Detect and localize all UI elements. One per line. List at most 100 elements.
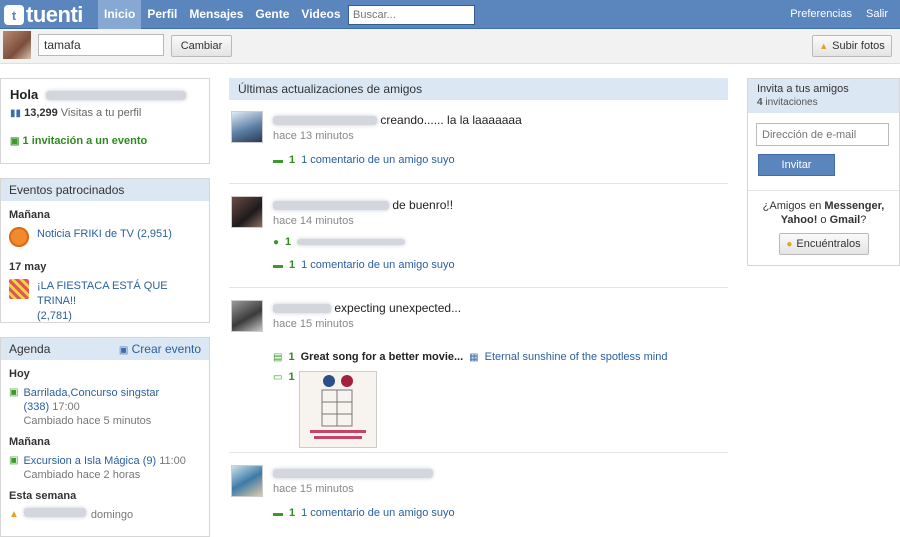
list-item[interactable]: Noticia FRIKI de TV (2,951) [9,227,201,247]
comment-row[interactable]: ▬ 1 1 comentario de un amigo suyo [273,154,455,166]
feed-item: hace 15 minutos ▬ 1 1 comentario de un a… [229,453,728,523]
friend-avatar[interactable] [231,111,263,143]
comment-row[interactable]: ▬ 1 1 comentario de un amigo suyo [273,507,455,519]
event-link[interactable]: ¡LA FIESTACA ESTÁ QUE TRINA!! [37,280,168,307]
comment-link[interactable]: 1 comentario de un amigo suyo [301,259,454,271]
greeting-label: Hola [10,87,39,102]
agenda-event-count: (338) [23,401,50,413]
visits-count: 13,299 [24,107,58,119]
event-day: Mañana [9,209,50,221]
timestamp: hace 14 minutos [273,215,354,227]
photo-icon: ▭ [273,371,283,383]
feed-item-text [273,466,433,480]
blurred-name[interactable] [273,469,433,479]
tuenti-logo[interactable]: t tuenti [4,2,83,27]
feed-item-body: expecting unexpected... hace 15 minutos [273,301,461,330]
blurred-name[interactable] [273,201,389,211]
event-link[interactable]: Noticia FRIKI de TV [37,228,134,240]
event-count: (2,781) [37,310,72,322]
list-item[interactable]: ▣ Excursion a Isla Mágica (9) 11:00 Camb… [9,454,201,482]
blurred-name[interactable] [273,304,331,314]
smiley-icon [9,227,29,247]
feed-item-text: expecting unexpected... [273,301,461,315]
status-bar: Cambiar ▲ Subir fotos [0,29,900,64]
profile-visits[interactable]: ▮▮ 13,299 Visitas a tu perfil [10,107,200,119]
friend-avatar[interactable] [231,196,263,228]
comment-link[interactable]: 1 comentario de un amigo suyo [301,154,454,166]
email-field[interactable] [756,123,889,146]
agenda-title: Agenda [9,342,51,356]
timestamp: hace 15 minutos [273,318,354,330]
nav-videos[interactable]: Videos [295,0,346,29]
cake-icon: ▲ [9,509,19,520]
logo-icon: t [4,5,24,25]
song-text: Great song for a better movie... [300,351,464,363]
cambiar-button[interactable]: Cambiar [171,35,232,57]
list-item[interactable]: ¡LA FIESTACA ESTÁ QUE TRINA!! (2,781) [9,279,201,324]
agenda-event-link[interactable]: Excursion a Isla Mágica [23,455,139,467]
friend-avatar[interactable] [231,465,263,497]
nav-mensajes[interactable]: Mensajes [183,0,249,29]
song-count: 1 [288,351,295,363]
calendar-icon: ▣ [9,387,19,398]
top-navigation-bar: t tuenti Inicio Perfil Mensajes Gente Vi… [0,0,900,29]
main-nav: Inicio Perfil Mensajes Gente Videos [98,0,347,29]
friends-feed: Últimas actualizaciones de amigos creand… [229,78,728,523]
nav-inicio[interactable]: Inicio [98,0,142,29]
upload-photos-button[interactable]: ▲ Subir fotos [812,35,892,57]
msg-part: o [820,214,827,226]
comment-icon: ▬ [273,259,283,271]
party-icon [9,279,29,299]
comment-count: 1 [289,259,296,271]
friend-avatar[interactable] [231,300,263,332]
agenda-day: Mañana [9,436,50,448]
agenda-event-link[interactable]: Barrilada,Concurso singstar [23,387,159,399]
msg-part: ? [860,214,867,226]
agenda-event-time: 17:00 [52,401,80,413]
yahoo-label: Yahoo! [780,214,818,226]
photo-row: ▭ 1 [273,371,295,383]
sponsored-header: Eventos patrocinados [1,179,209,201]
person-icon: ● [786,238,793,250]
left-column: Hola ▮▮ 13,299 Visitas a tu perfil ▣ 1 i… [0,78,210,537]
status-input[interactable] [38,34,164,56]
shared-photo[interactable] [299,371,377,448]
calendar-icon: ▣ [9,455,19,466]
agenda: Agenda ▣ Crear evento Hoy ▣ Barrilada,Co… [0,337,210,537]
nav-perfil[interactable]: Perfil [141,0,183,29]
invite-count: 4 invitaciones [757,97,890,108]
comment-row[interactable]: ▬ 1 1 comentario de un amigo suyo [273,259,455,271]
create-event-link[interactable]: ▣ Crear evento [119,338,201,360]
preferences-link[interactable]: Preferencias [790,0,852,29]
find-friends-button[interactable]: ● Encuéntralos [778,233,869,255]
film-icon: ▦ [469,351,479,363]
sponsored-title: Eventos patrocinados [9,183,125,197]
messenger-label: Messenger, [824,200,885,212]
person-icon: ● [273,236,280,248]
search-input[interactable] [348,5,475,25]
timestamp: hace 15 minutos [273,483,354,495]
greeting: Hola [10,87,200,102]
comment-icon: ▬ [273,507,283,519]
timestamp: hace 13 minutos [273,130,354,142]
movie-link[interactable]: Eternal sunshine of the spotless mind [485,351,668,363]
invite-button[interactable]: Invitar [758,154,835,176]
gmail-label: Gmail [829,214,861,226]
status-text: creando...... la la laaaaaaa [380,113,522,127]
comment-link[interactable]: 1 comentario de un amigo suyo [301,507,454,519]
list-item[interactable]: ▲ domingo [9,508,201,522]
create-event-label: Crear evento [131,342,201,356]
feed-title: Últimas actualizaciones de amigos [229,78,728,100]
logout-link[interactable]: Salir [866,0,888,29]
event-invitation-link[interactable]: ▣ 1 invitación a un evento [10,135,200,147]
calendar-icon: ▣ [118,345,129,356]
status-text: de buenro!! [392,198,454,212]
nav-gente[interactable]: Gente [249,0,295,29]
calendar-icon: ▣ [10,136,20,147]
avatar[interactable] [3,31,31,59]
agenda-day: Hoy [9,368,30,380]
list-item[interactable]: ▣ Barrilada,Concurso singstar (338) 17:0… [9,386,201,428]
friend-row[interactable]: ● 1 [273,236,406,248]
agenda-event-changed: Cambiado hace 2 horas [23,469,141,481]
blurred-name[interactable] [273,116,377,126]
